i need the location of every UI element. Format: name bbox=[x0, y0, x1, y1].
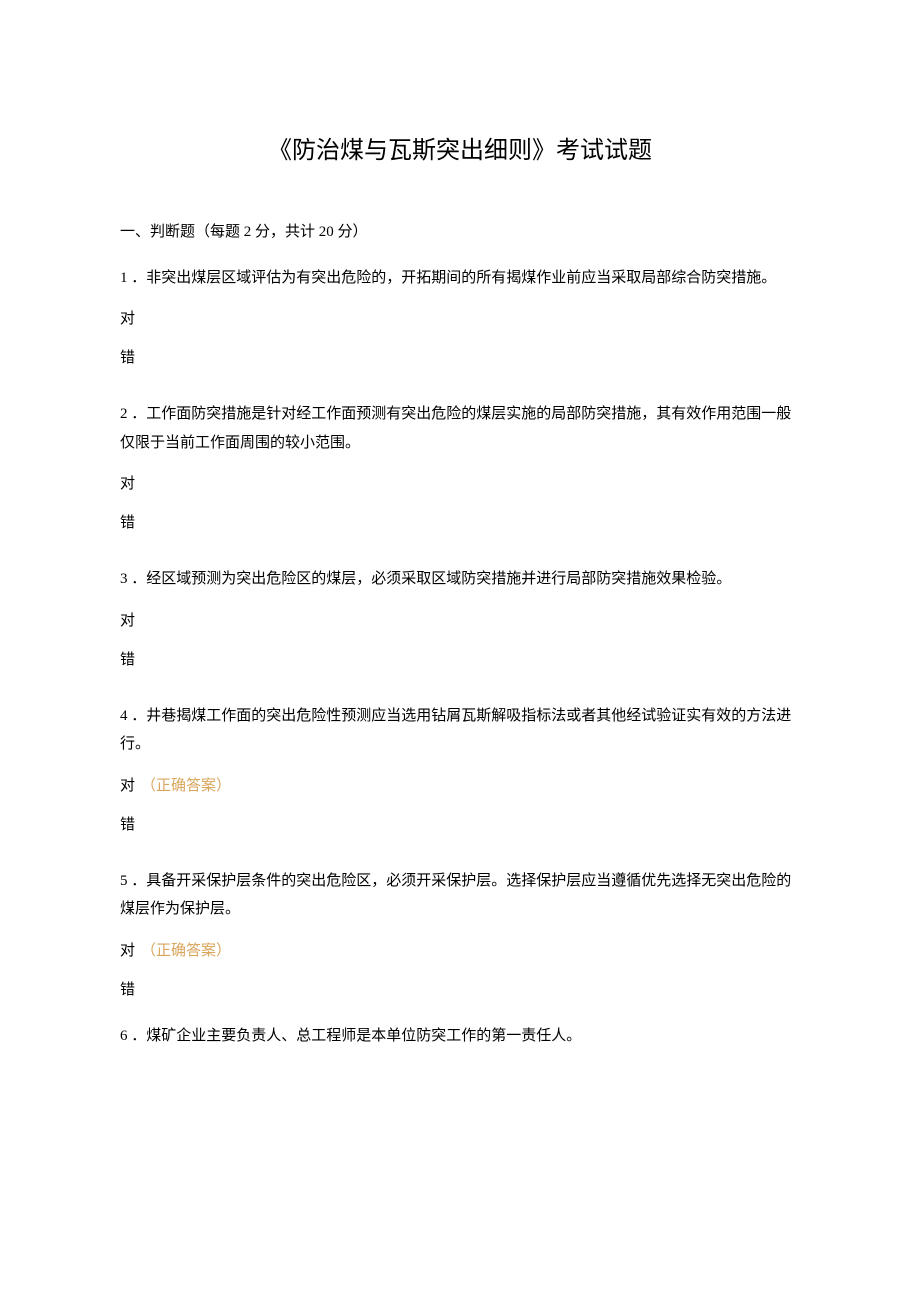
option-true: 对 bbox=[120, 608, 800, 635]
option-true-label: 对 bbox=[120, 943, 135, 959]
option-true: 对 bbox=[120, 306, 800, 333]
option-true-label: 对 bbox=[120, 778, 135, 794]
option-false: 错 bbox=[120, 647, 800, 674]
option-false: 错 bbox=[120, 812, 800, 839]
question-6: 6 ．煤矿企业主要负责人、总工程师是本单位防突工作的第一责任人。 bbox=[120, 1022, 800, 1051]
correct-answer-label: （正确答案） bbox=[141, 943, 231, 959]
question-2: 2 ．工作面防突措施是针对经工作面预测有突出危险的煤层实施的局部防突措施，其有效… bbox=[120, 400, 800, 537]
correct-answer-label: （正确答案） bbox=[141, 778, 231, 794]
option-true: 对 bbox=[120, 471, 800, 498]
option-true: 对 （正确答案） bbox=[120, 938, 800, 965]
question-1: 1 ．非突出煤层区域评估为有突出危险的，开拓期间的所有揭煤作业前应当采取局部综合… bbox=[120, 264, 800, 373]
question-text: 1 ．非突出煤层区域评估为有突出危险的，开拓期间的所有揭煤作业前应当采取局部综合… bbox=[120, 264, 800, 293]
section-header: 一、判断题（每题 2 分，共计 20 分） bbox=[120, 220, 800, 246]
question-4: 4 ．井巷揭煤工作面的突出危险性预测应当选用钻屑瓦斯解吸指标法或者其他经试验证实… bbox=[120, 702, 800, 839]
option-false: 错 bbox=[120, 510, 800, 537]
option-false: 错 bbox=[120, 977, 800, 1004]
question-text: 5 ．具备开采保护层条件的突出危险区，必须开采保护层。选择保护层应当遵循优先选择… bbox=[120, 867, 800, 924]
question-text: 4 ．井巷揭煤工作面的突出危险性预测应当选用钻屑瓦斯解吸指标法或者其他经试验证实… bbox=[120, 702, 800, 759]
question-text: 2 ．工作面防突措施是针对经工作面预测有突出危险的煤层实施的局部防突措施，其有效… bbox=[120, 400, 800, 457]
option-false: 错 bbox=[120, 345, 800, 372]
document-page: 《防治煤与瓦斯突出细则》考试试题 一、判断题（每题 2 分，共计 20 分） 1… bbox=[0, 0, 920, 1110]
question-text: 3 ．经区域预测为突出危险区的煤层，必须采取区域防突措施并进行局部防突措施效果检… bbox=[120, 565, 800, 594]
option-true: 对 （正确答案） bbox=[120, 773, 800, 800]
question-3: 3 ．经区域预测为突出危险区的煤层，必须采取区域防突措施并进行局部防突措施效果检… bbox=[120, 565, 800, 674]
question-5: 5 ．具备开采保护层条件的突出危险区，必须开采保护层。选择保护层应当遵循优先选择… bbox=[120, 867, 800, 1004]
page-title: 《防治煤与瓦斯突出细则》考试试题 bbox=[120, 130, 800, 165]
